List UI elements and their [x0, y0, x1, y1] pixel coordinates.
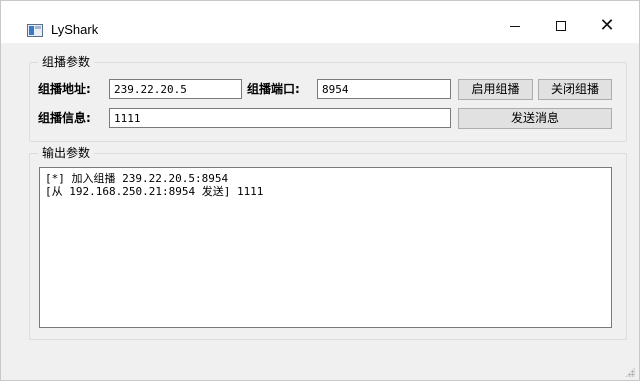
multicast-port-label: 组播端口: — [247, 82, 300, 96]
output-log[interactable]: [*] 加入组播 239.22.20.5:8954 [从 192.168.250… — [39, 167, 612, 328]
window-title: LyShark — [51, 22, 99, 37]
multicast-port-input[interactable] — [317, 79, 451, 99]
log-line: [从 192.168.250.21:8954 发送] 1111 — [45, 185, 264, 198]
close-multicast-button[interactable]: 关闭组播 — [538, 79, 612, 100]
resize-grip[interactable] — [625, 367, 635, 377]
main-window: LyShark ✕ 组播参数 组播地址: 组播端口: 启用组播 关闭组播 组播信… — [0, 0, 640, 381]
title-bar[interactable]: LyShark ✕ — [1, 1, 639, 43]
maximize-button[interactable] — [538, 11, 584, 41]
close-icon: ✕ — [599, 15, 615, 36]
enable-multicast-button[interactable]: 启用组播 — [458, 79, 533, 100]
maximize-icon — [556, 21, 566, 31]
multicast-params-title: 组播参数 — [38, 54, 95, 70]
minimize-icon — [510, 25, 520, 27]
log-line: [*] 加入组播 239.22.20.5:8954 — [45, 172, 229, 185]
multicast-address-label: 组播地址: — [38, 82, 91, 96]
multicast-message-label: 组播信息: — [38, 111, 91, 125]
app-window-icon — [27, 24, 43, 37]
multicast-message-input[interactable] — [109, 108, 451, 128]
multicast-params-group: 组播参数 — [29, 54, 627, 142]
multicast-address-input[interactable] — [109, 79, 242, 99]
close-button[interactable]: ✕ — [584, 11, 630, 41]
send-message-button[interactable]: 发送消息 — [458, 108, 612, 129]
minimize-button[interactable] — [492, 11, 538, 41]
output-params-title: 输出参数 — [38, 145, 95, 161]
